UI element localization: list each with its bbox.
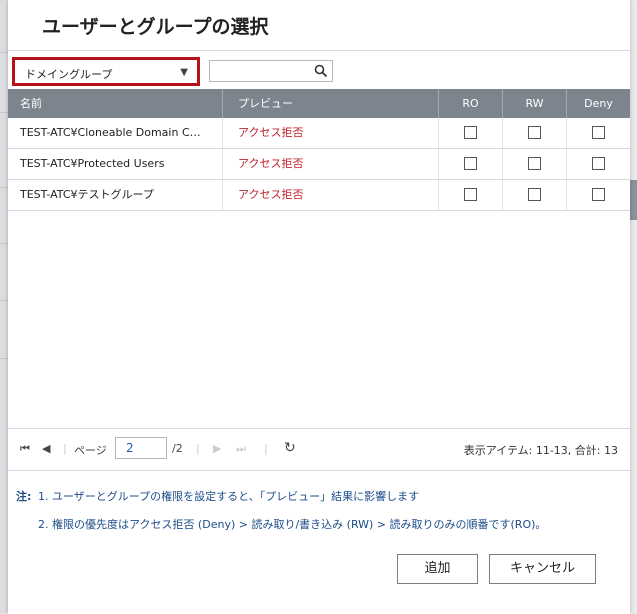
notes-section: 注: 1. ユーザーとグループの権限を設定すると、「プレビュー」結果に影響します… [8,470,630,614]
column-header-rw[interactable]: RW [502,89,566,118]
ro-checkbox[interactable] [464,187,477,201]
pager-divider: | [264,442,268,455]
table-header: 名前 プレビュー RO RW Deny [8,89,630,118]
deny-cell [566,180,630,210]
rw-cell [502,149,566,179]
title-divider [8,50,630,51]
deny-checkbox[interactable] [592,125,605,139]
group-name: TEST-ATC¥Cloneable Domain C… [20,126,201,139]
total-pages: /2 [172,442,183,455]
note-label: 注: [16,490,32,503]
preview-value: アクセス拒否 [222,149,438,179]
group-name: TEST-ATC¥Protected Users [20,157,165,170]
prev-page-icon[interactable]: ◀ [42,442,50,455]
rw-checkbox[interactable] [528,125,541,139]
page-number-input[interactable] [115,437,167,459]
ro-checkbox[interactable] [464,156,477,170]
column-header-ro[interactable]: RO [438,89,502,118]
page-label: ページ [74,444,107,457]
group-name: TEST-ATC¥テストグループ [20,188,154,201]
search-box[interactable] [209,60,333,82]
deny-checkbox[interactable] [592,156,605,170]
column-header-deny[interactable]: Deny [566,89,630,118]
ro-checkbox[interactable] [464,125,477,139]
column-header-name[interactable]: 名前 [20,89,220,118]
search-icon[interactable] [314,64,328,78]
background-scroll-element [629,180,637,220]
table-row[interactable]: TEST-ATC¥テストグループ アクセス拒否 [8,180,630,211]
ro-cell [438,180,502,210]
domain-select-value: ドメイングループ [25,68,113,81]
refresh-icon[interactable]: ↻ [284,440,296,456]
search-input[interactable] [212,62,316,82]
pagination-info: 表示アイテム: 11-13, 合計: 13 [463,444,618,457]
cancel-button[interactable]: キャンセル [489,554,596,584]
domain-group-select[interactable]: ドメイングループ ▼ [12,57,200,86]
dialog-title: ユーザーとグループの選択 [42,16,269,38]
first-page-icon[interactable]: ⏮ [20,442,30,456]
deny-cell [566,149,630,179]
last-page-icon[interactable]: ⏭ [236,442,246,456]
ro-cell [438,118,502,148]
dropdown-arrow-icon: ▼ [180,67,188,78]
select-users-groups-dialog: ユーザーとグループの選択 ドメイングループ ▼ 名前 プレビュー RO RW D… [8,0,630,614]
add-button[interactable]: 追加 [397,554,478,584]
rw-checkbox[interactable] [528,187,541,201]
rw-checkbox[interactable] [528,156,541,170]
note-line-1: 1. ユーザーとグループの権限を設定すると、「プレビュー」結果に影響します [38,490,420,503]
note-line-2: 2. 権限の優先度はアクセス拒否 (Deny) > 読み取り/書き込み (RW)… [38,518,547,531]
deny-cell [566,118,630,148]
next-page-icon[interactable]: ▶ [213,442,221,455]
preview-value: アクセス拒否 [222,180,438,210]
column-header-preview[interactable]: プレビュー [222,89,438,118]
users-groups-table: 名前 プレビュー RO RW Deny TEST-ATC¥Cloneable D… [8,89,630,211]
rw-cell [502,118,566,148]
rw-cell [502,180,566,210]
pager-divider: | [63,442,67,455]
pagination-bar: ⏮ ◀ | ページ /2 | ▶ ⏭ | ↻ 表示アイテム: 11-13, 合計… [8,428,630,469]
pager-divider: | [196,442,200,455]
deny-checkbox[interactable] [592,187,605,201]
table-row[interactable]: TEST-ATC¥Cloneable Domain C… アクセス拒否 [8,118,630,149]
table-row[interactable]: TEST-ATC¥Protected Users アクセス拒否 [8,149,630,180]
ro-cell [438,149,502,179]
preview-value: アクセス拒否 [222,118,438,148]
